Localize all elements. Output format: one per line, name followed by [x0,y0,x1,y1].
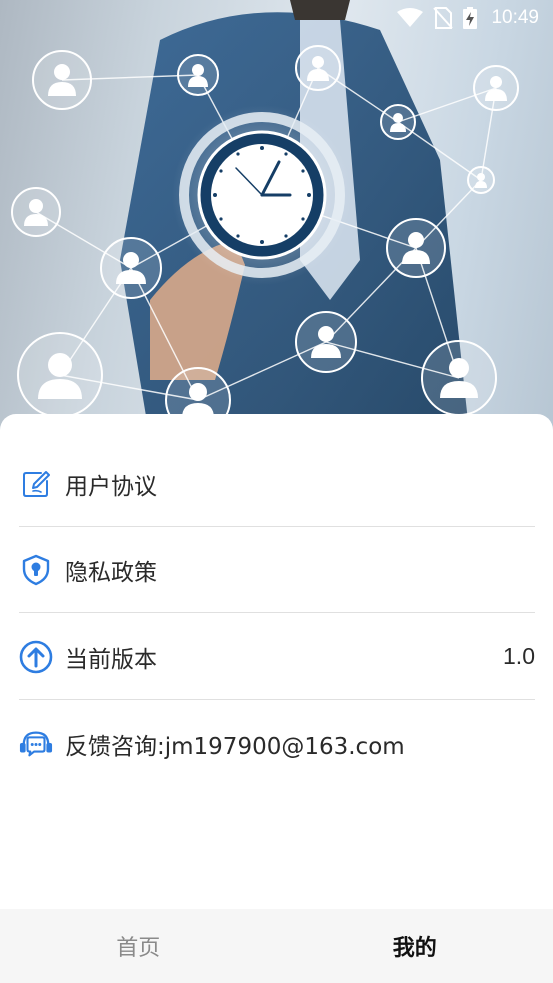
menu-item-user-agreement[interactable]: 用户协议 [19,441,535,527]
no-sim-icon [433,7,454,29]
menu-item-feedback[interactable]: 反馈咨询:jm197900@163.com [19,701,535,787]
menu-item-current-version[interactable]: 当前版本 1.0 [19,614,535,700]
tab-mine[interactable]: 我的 [277,909,553,983]
menu-item-label: 反馈咨询:jm197900@163.com [65,734,405,760]
arrow-up-circle-icon [19,640,53,674]
menu-item-label: 当前版本 [65,646,157,673]
status-bar: 10:49 [0,0,553,36]
wifi-icon [397,8,424,28]
status-time: 10:49 [491,7,539,28]
headset-chat-icon [19,727,53,761]
menu-item-privacy-policy[interactable]: 隐私政策 [19,527,535,613]
menu-item-label: 隐私政策 [65,559,157,586]
bottom-tab-bar: 首页 我的 [0,909,553,983]
menu-item-label: 用户协议 [65,473,157,500]
version-value: 1.0 [503,643,535,669]
edit-document-icon [19,467,53,501]
battery-charging-icon [463,7,478,29]
tab-home[interactable]: 首页 [0,909,277,983]
hero-banner-image [0,0,553,440]
shield-lock-icon [19,553,53,587]
settings-sheet: 用户协议 隐私政策 当前版本 1.0 反馈咨询:jm197900@163.com [0,414,553,909]
